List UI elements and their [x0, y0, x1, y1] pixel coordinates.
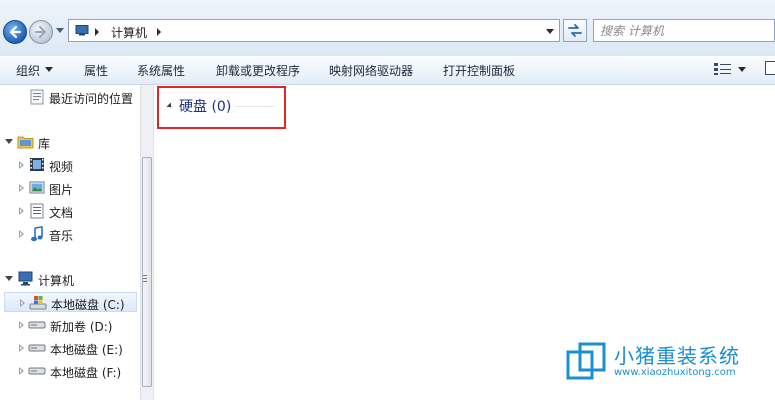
nav-library-music[interactable]: 音乐: [0, 224, 140, 244]
watermark: 小猪重装系统 www.xiaozhuxitong.com: [566, 340, 775, 386]
search-box[interactable]: [593, 19, 775, 42]
nav-drive-e[interactable]: 本地磁盘 (E:): [0, 338, 140, 358]
expand-icon[interactable]: [19, 184, 24, 192]
nav-drive-label: 本地磁盘 (E:): [50, 343, 123, 357]
expand-icon[interactable]: [19, 230, 24, 238]
expand-icon[interactable]: [19, 367, 24, 375]
organize-caret-icon[interactable]: [45, 67, 53, 72]
nav-libraries-label: 库: [38, 137, 51, 151]
expand-icon[interactable]: [19, 207, 24, 215]
watermark-url: www.xiaozhuxitong.com: [614, 367, 736, 378]
preview-pane-icon[interactable]: [765, 61, 775, 75]
scrollbar-grip-icon: [143, 275, 147, 276]
address-bar: 计算机: [0, 0, 775, 57]
address-history-dropdown[interactable]: [546, 29, 554, 34]
expand-icon[interactable]: [20, 299, 25, 307]
arrow-left-icon: [9, 25, 22, 39]
open-control-panel-button[interactable]: 打开控制面板: [443, 62, 515, 79]
change-view-icon[interactable]: [713, 62, 733, 76]
nav-drive-c[interactable]: 本地磁盘 (C:): [4, 292, 137, 312]
system-properties-button[interactable]: 系统属性: [137, 62, 185, 79]
nav-library-pictures[interactable]: 图片: [0, 178, 140, 198]
nav-recent-places[interactable]: 最近访问的位置: [0, 87, 140, 107]
address-path[interactable]: 计算机: [68, 19, 560, 42]
refresh-button[interactable]: [563, 19, 587, 42]
properties-button[interactable]: 属性: [84, 62, 108, 79]
documents-library-icon: [30, 203, 44, 219]
nav-library-label: 视频: [49, 160, 74, 174]
breadcrumb-separator[interactable]: [157, 28, 161, 36]
recent-places-icon: [30, 89, 44, 105]
nav-drive-label: 本地磁盘 (F:): [50, 366, 122, 380]
nav-drive-d[interactable]: 新加卷 (D:): [0, 315, 140, 335]
nav-computer[interactable]: 计算机: [0, 269, 140, 289]
scrollbar-thumb[interactable]: [142, 157, 152, 387]
expand-icon[interactable]: [19, 321, 24, 329]
view-options-caret-icon[interactable]: [738, 67, 746, 72]
watermark-name: 小猪重装系统: [614, 344, 740, 368]
nav-recent-label: 最近访问的位置: [49, 92, 134, 106]
organize-menu[interactable]: 组织: [16, 62, 40, 79]
arrow-right-icon: [35, 26, 46, 38]
video-library-icon: [30, 158, 44, 171]
library-folder-icon: [17, 136, 34, 149]
watermark-logo-icon: [566, 342, 606, 380]
nav-library-documents[interactable]: 文档: [0, 201, 140, 221]
uninstall-program-button[interactable]: 卸载或更改程序: [216, 62, 300, 79]
nav-library-label: 文档: [49, 206, 74, 220]
nav-drive-label: 本地磁盘 (C:): [51, 298, 125, 312]
breadcrumb-separator[interactable]: [95, 28, 99, 36]
nav-drive-label: 新加卷 (D:): [50, 320, 113, 334]
computer-icon: [75, 25, 89, 36]
hard-drive-icon: [28, 367, 46, 375]
refresh-icon: [568, 24, 582, 37]
breadcrumb-computer[interactable]: 计算机: [111, 24, 147, 41]
nav-library-label: 音乐: [49, 229, 74, 243]
pictures-library-icon: [29, 181, 45, 194]
map-network-drive-button[interactable]: 映射网络驱动器: [329, 62, 413, 79]
nav-library-label: 图片: [49, 183, 74, 197]
search-input[interactable]: [600, 23, 740, 38]
expand-icon[interactable]: [19, 344, 24, 352]
recent-pages-dropdown[interactable]: [56, 28, 64, 33]
back-button[interactable]: [3, 20, 27, 44]
nav-computer-label: 计算机: [38, 274, 75, 288]
nav-library-videos[interactable]: 视频: [0, 155, 140, 175]
hard-drive-icon: [28, 344, 46, 352]
expand-libraries-icon[interactable]: [5, 139, 13, 144]
nav-scrollbar[interactable]: [140, 85, 154, 400]
hard-drive-icon: [28, 321, 46, 329]
expand-computer-icon[interactable]: [5, 276, 13, 281]
highlight-box: [157, 86, 286, 129]
system-drive-icon: [29, 296, 47, 310]
music-note-icon: [31, 226, 43, 242]
nav-drive-f[interactable]: 本地磁盘 (F:): [0, 361, 140, 381]
computer-icon: [18, 271, 33, 286]
expand-icon[interactable]: [19, 161, 24, 169]
forward-button[interactable]: [29, 20, 53, 44]
nav-libraries[interactable]: 库: [0, 132, 140, 152]
